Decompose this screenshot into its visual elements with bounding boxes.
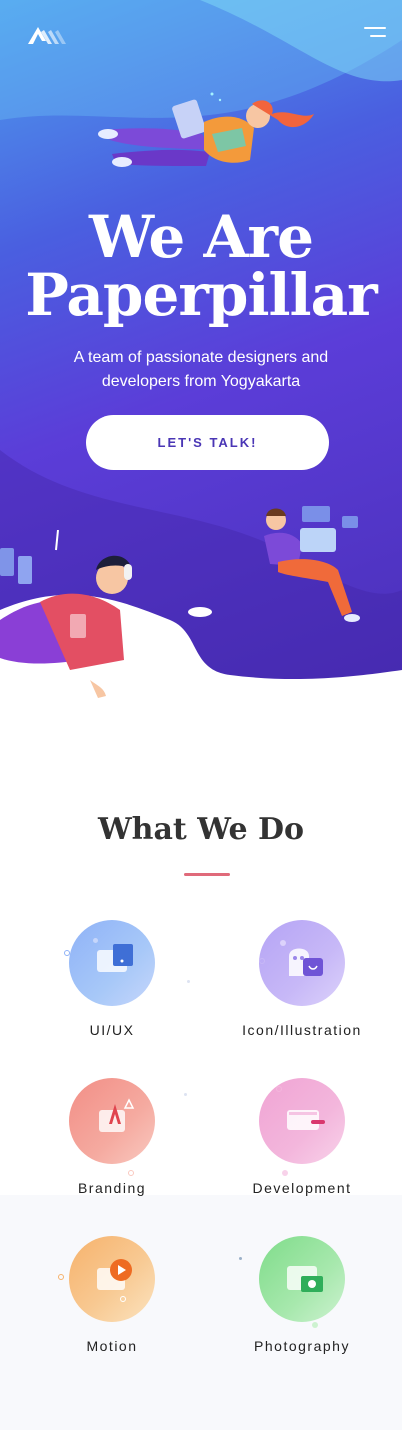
hero-illustration-laptop-person: [98, 92, 314, 167]
decor-dot: [276, 1086, 282, 1092]
decor-dot: [239, 1257, 242, 1260]
hero-title-line1: We Are: [89, 203, 314, 271]
hero-illustration-headphone-person: [0, 530, 132, 698]
service-label: Branding: [77, 1180, 147, 1196]
photography-icon: [259, 1236, 345, 1322]
hero-section: We Are Paperpillar A team of passionate …: [0, 0, 402, 700]
service-label: UI/UX: [89, 1022, 135, 1038]
hero-subtitle: A team of passionate designers and devel…: [73, 349, 329, 390]
ui-ux-icon: [69, 920, 155, 1006]
decor-dot: [120, 1296, 126, 1302]
decor-dot: [312, 1322, 318, 1328]
hero-illustration-sitting-person: [264, 506, 360, 622]
service-branding[interactable]: Branding: [22, 1078, 202, 1196]
paperpillar-logo-icon[interactable]: [26, 24, 66, 46]
service-label: Photography: [254, 1338, 350, 1354]
service-label: Motion: [86, 1338, 138, 1354]
decor-dot: [187, 980, 190, 983]
hero-title: We Are Paperpillar: [0, 208, 402, 324]
service-ui-ux[interactable]: UI/UX: [22, 920, 202, 1038]
decor-dot: [93, 938, 98, 943]
service-photography[interactable]: Photography: [212, 1236, 392, 1354]
development-icon: [259, 1078, 345, 1164]
icon-illustration-icon: [259, 920, 345, 1006]
motion-icon: [69, 1236, 155, 1322]
decor-dot: [184, 1093, 187, 1096]
decor-dot: [282, 1170, 288, 1176]
lets-talk-button[interactable]: LET'S TALK!: [86, 415, 329, 470]
branding-icon: [69, 1078, 155, 1164]
service-icon-illustration[interactable]: Icon/Illustration: [212, 920, 392, 1038]
decor-dot: [259, 958, 265, 964]
hero-title-line2: Paperpillar: [25, 261, 377, 329]
decor-dot: [64, 950, 70, 956]
decor-dot: [58, 1274, 64, 1280]
decor-dot: [280, 940, 286, 946]
hamburger-menu-icon[interactable]: [362, 24, 386, 42]
service-label: Development: [252, 1180, 352, 1196]
service-development[interactable]: Development: [212, 1078, 392, 1196]
what-we-do-title: What We Do: [97, 812, 305, 847]
service-label: Icon/Illustration: [242, 1022, 362, 1038]
section-divider: [184, 873, 230, 876]
decor-dot: [128, 1170, 134, 1176]
service-motion[interactable]: Motion: [22, 1236, 202, 1354]
